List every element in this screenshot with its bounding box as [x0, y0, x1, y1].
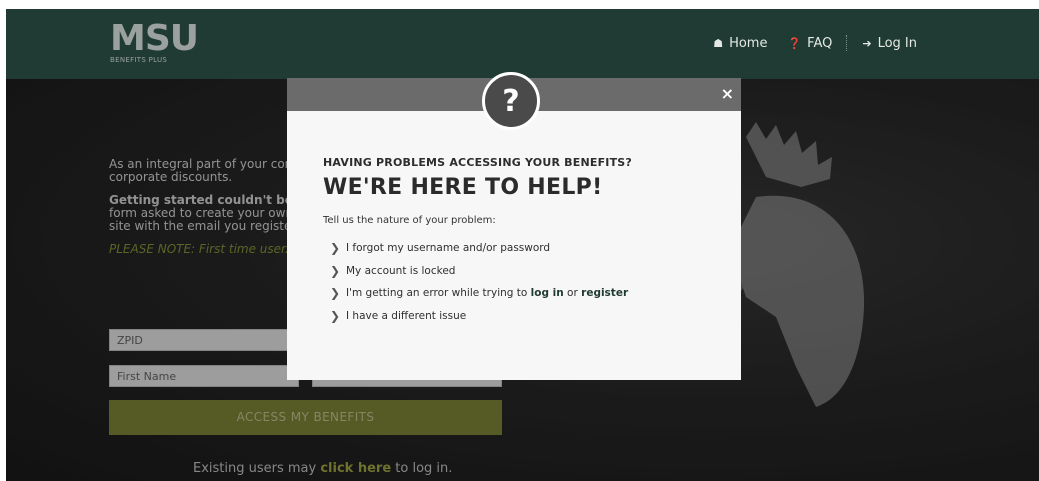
top-nav: ☗ Home ❓ FAQ ➔ Log In — [713, 35, 917, 51]
modal-title: WE'RE HERE TO HELP! — [323, 175, 603, 200]
nav-login[interactable]: ➔ Log In — [862, 36, 917, 51]
log-in-link[interactable]: log in — [531, 287, 564, 299]
chevron-right-icon: ❯ — [330, 308, 341, 323]
register-link[interactable]: register — [581, 287, 628, 299]
page-frame: MSU BENEFITS PLUS ☗ Home ❓ FAQ ➔ Log In — [6, 9, 1039, 481]
option-label: I'm getting an error while trying to log… — [346, 287, 628, 299]
login-icon: ➔ — [862, 36, 872, 50]
option-different-issue[interactable]: ❯ I have a different issue — [330, 305, 628, 328]
nav-faq-label: FAQ — [807, 35, 833, 51]
site-header: MSU BENEFITS PLUS ☗ Home ❓ FAQ ➔ Log In — [6, 9, 1039, 79]
question-icon: ❓ — [787, 36, 802, 50]
help-modal: ? × HAVING PROBLEMS ACCESSING YOUR BENEF… — [287, 72, 741, 380]
chevron-right-icon: ❯ — [330, 263, 341, 278]
msu-logo[interactable]: MSU BENEFITS PLUS — [110, 18, 199, 65]
chevron-right-icon: ❯ — [330, 286, 341, 301]
option-label: I forgot my username and/or password — [346, 242, 551, 255]
option-label: I have a different issue — [346, 309, 467, 322]
nav-faq[interactable]: ❓ FAQ — [787, 36, 832, 51]
option-label: My account is locked — [346, 264, 456, 277]
nav-home[interactable]: ☗ Home — [713, 36, 767, 51]
chevron-right-icon: ❯ — [330, 241, 341, 256]
option-error-login-register: ❯ I'm getting an error while trying to l… — [330, 282, 628, 305]
logo-main-text: MSU — [110, 18, 199, 59]
close-icon[interactable]: × — [721, 86, 734, 102]
option-prefix: I'm getting an error while trying to — [346, 287, 531, 300]
modal-prompt: Tell us the nature of your problem: — [323, 215, 496, 226]
nav-login-label: Log In — [877, 35, 917, 51]
option-account-locked[interactable]: ❯ My account is locked — [330, 260, 628, 283]
question-mark-icon: ? — [482, 72, 540, 130]
option-forgot-credentials[interactable]: ❯ I forgot my username and/or password — [330, 237, 628, 260]
modal-subtitle: HAVING PROBLEMS ACCESSING YOUR BENEFITS? — [323, 156, 633, 169]
nav-home-label: Home — [729, 35, 768, 51]
home-icon: ☗ — [713, 36, 724, 50]
option-middle: or — [563, 287, 582, 300]
nav-divider — [846, 35, 848, 51]
problem-options: ❯ I forgot my username and/or password ❯… — [330, 237, 628, 327]
